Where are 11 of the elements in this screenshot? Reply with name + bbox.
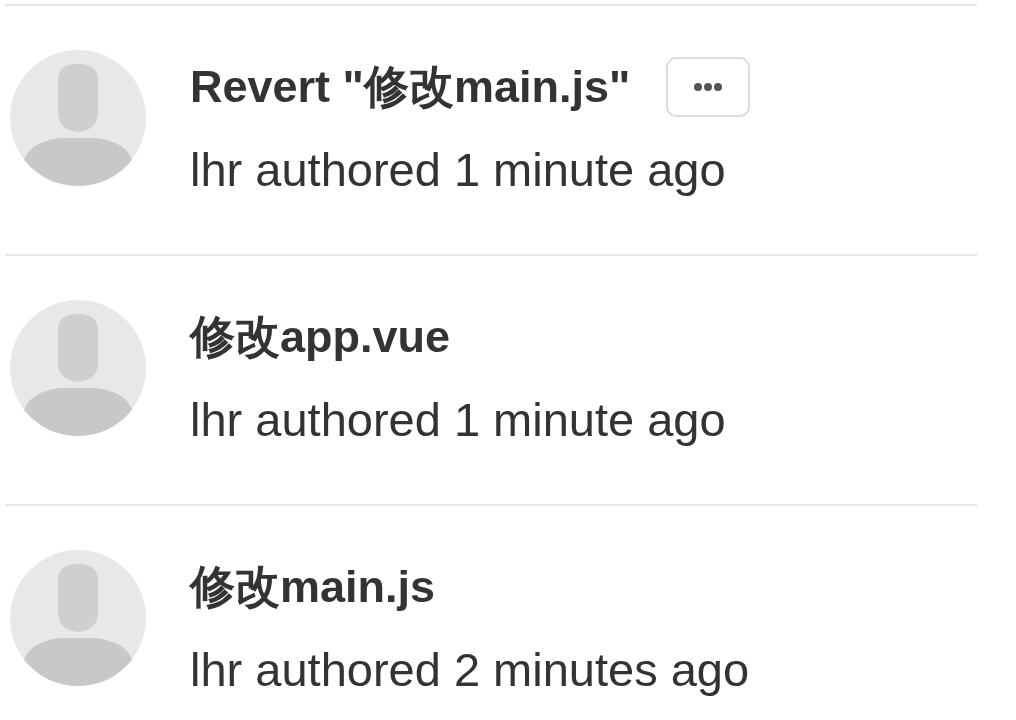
commit-title[interactable]: 修改app.vue [190, 307, 451, 367]
avatar-icon [10, 550, 146, 686]
commit-meta: lhr authored 2 minutes ago [190, 642, 750, 698]
more-button[interactable] [666, 57, 751, 117]
avatar-icon [10, 50, 146, 186]
commit-meta: lhr authored 1 minute ago [190, 142, 727, 198]
commit-title[interactable]: 修改main.js [190, 557, 436, 617]
avatar-icon [10, 300, 146, 436]
commit-title[interactable]: Revert "修改main.js" [190, 57, 631, 117]
commit-meta: lhr authored 1 minute ago [190, 392, 726, 448]
more-icon [693, 82, 724, 92]
